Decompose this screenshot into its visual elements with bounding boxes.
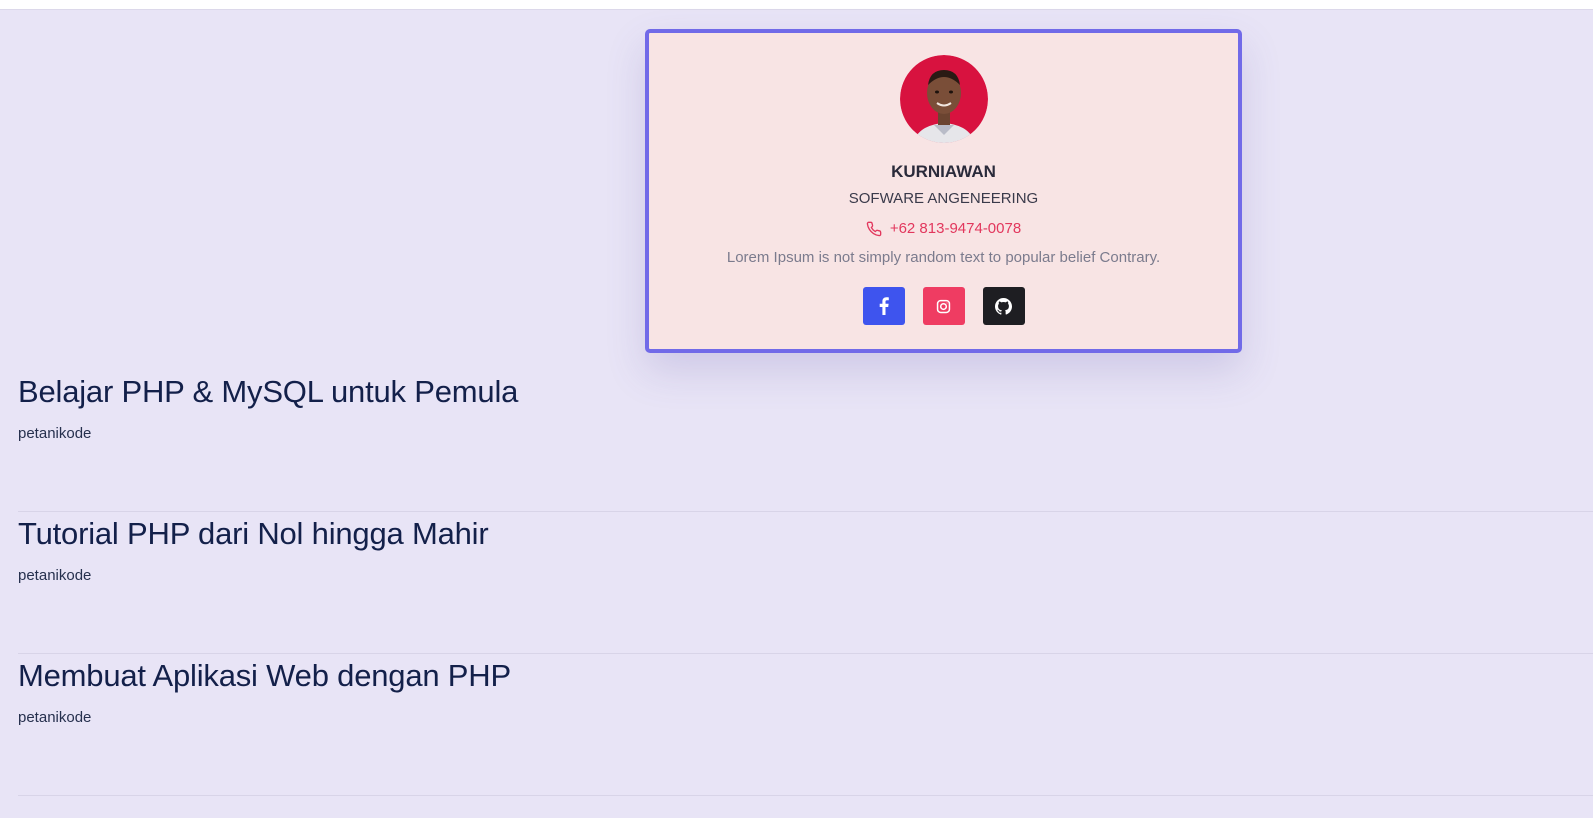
facebook-icon — [879, 297, 889, 315]
avatar — [900, 55, 988, 143]
post-item: Membuat Aplikasi Web dengan PHP petaniko… — [18, 654, 1593, 796]
post-author: petanikode — [18, 709, 92, 726]
instagram-icon — [936, 299, 951, 313]
post-author: petanikode — [18, 425, 92, 442]
post-title[interactable]: Membuat Aplikasi Web dengan PHP — [18, 658, 511, 694]
post-item: Tutorial PHP dari Nol hingga Mahir petan… — [18, 512, 1593, 654]
profile-role: SOFWARE ANGENEERING — [848, 190, 1039, 207]
phone-number: +62 813-9474-0078 — [889, 220, 1022, 237]
github-button[interactable] — [982, 287, 1025, 325]
post-item: Belajar PHP & MySQL untuk Pemula petanik… — [18, 370, 1593, 512]
profile-bio: Lorem Ipsum is not simply random text to… — [726, 249, 1161, 266]
profile-name: KURNIAWAN — [891, 162, 996, 181]
github-icon — [995, 297, 1012, 315]
phone-icon — [866, 221, 882, 237]
social-links — [649, 287, 1238, 325]
top-bar — [0, 0, 1593, 10]
post-title[interactable]: Belajar PHP & MySQL untuk Pemula — [18, 374, 518, 410]
facebook-button[interactable] — [862, 287, 905, 325]
post-title[interactable]: Tutorial PHP dari Nol hingga Mahir — [18, 516, 489, 552]
profile-phone[interactable]: +62 813-9474-0078 — [649, 220, 1238, 237]
post-author: petanikode — [18, 567, 92, 584]
top-bar-segment — [0, 0, 162, 3]
post-list: Belajar PHP & MySQL untuk Pemula petanik… — [18, 370, 1593, 796]
instagram-button[interactable] — [922, 287, 965, 325]
profile-card: KURNIAWAN SOFWARE ANGENEERING +62 813-94… — [645, 29, 1242, 353]
